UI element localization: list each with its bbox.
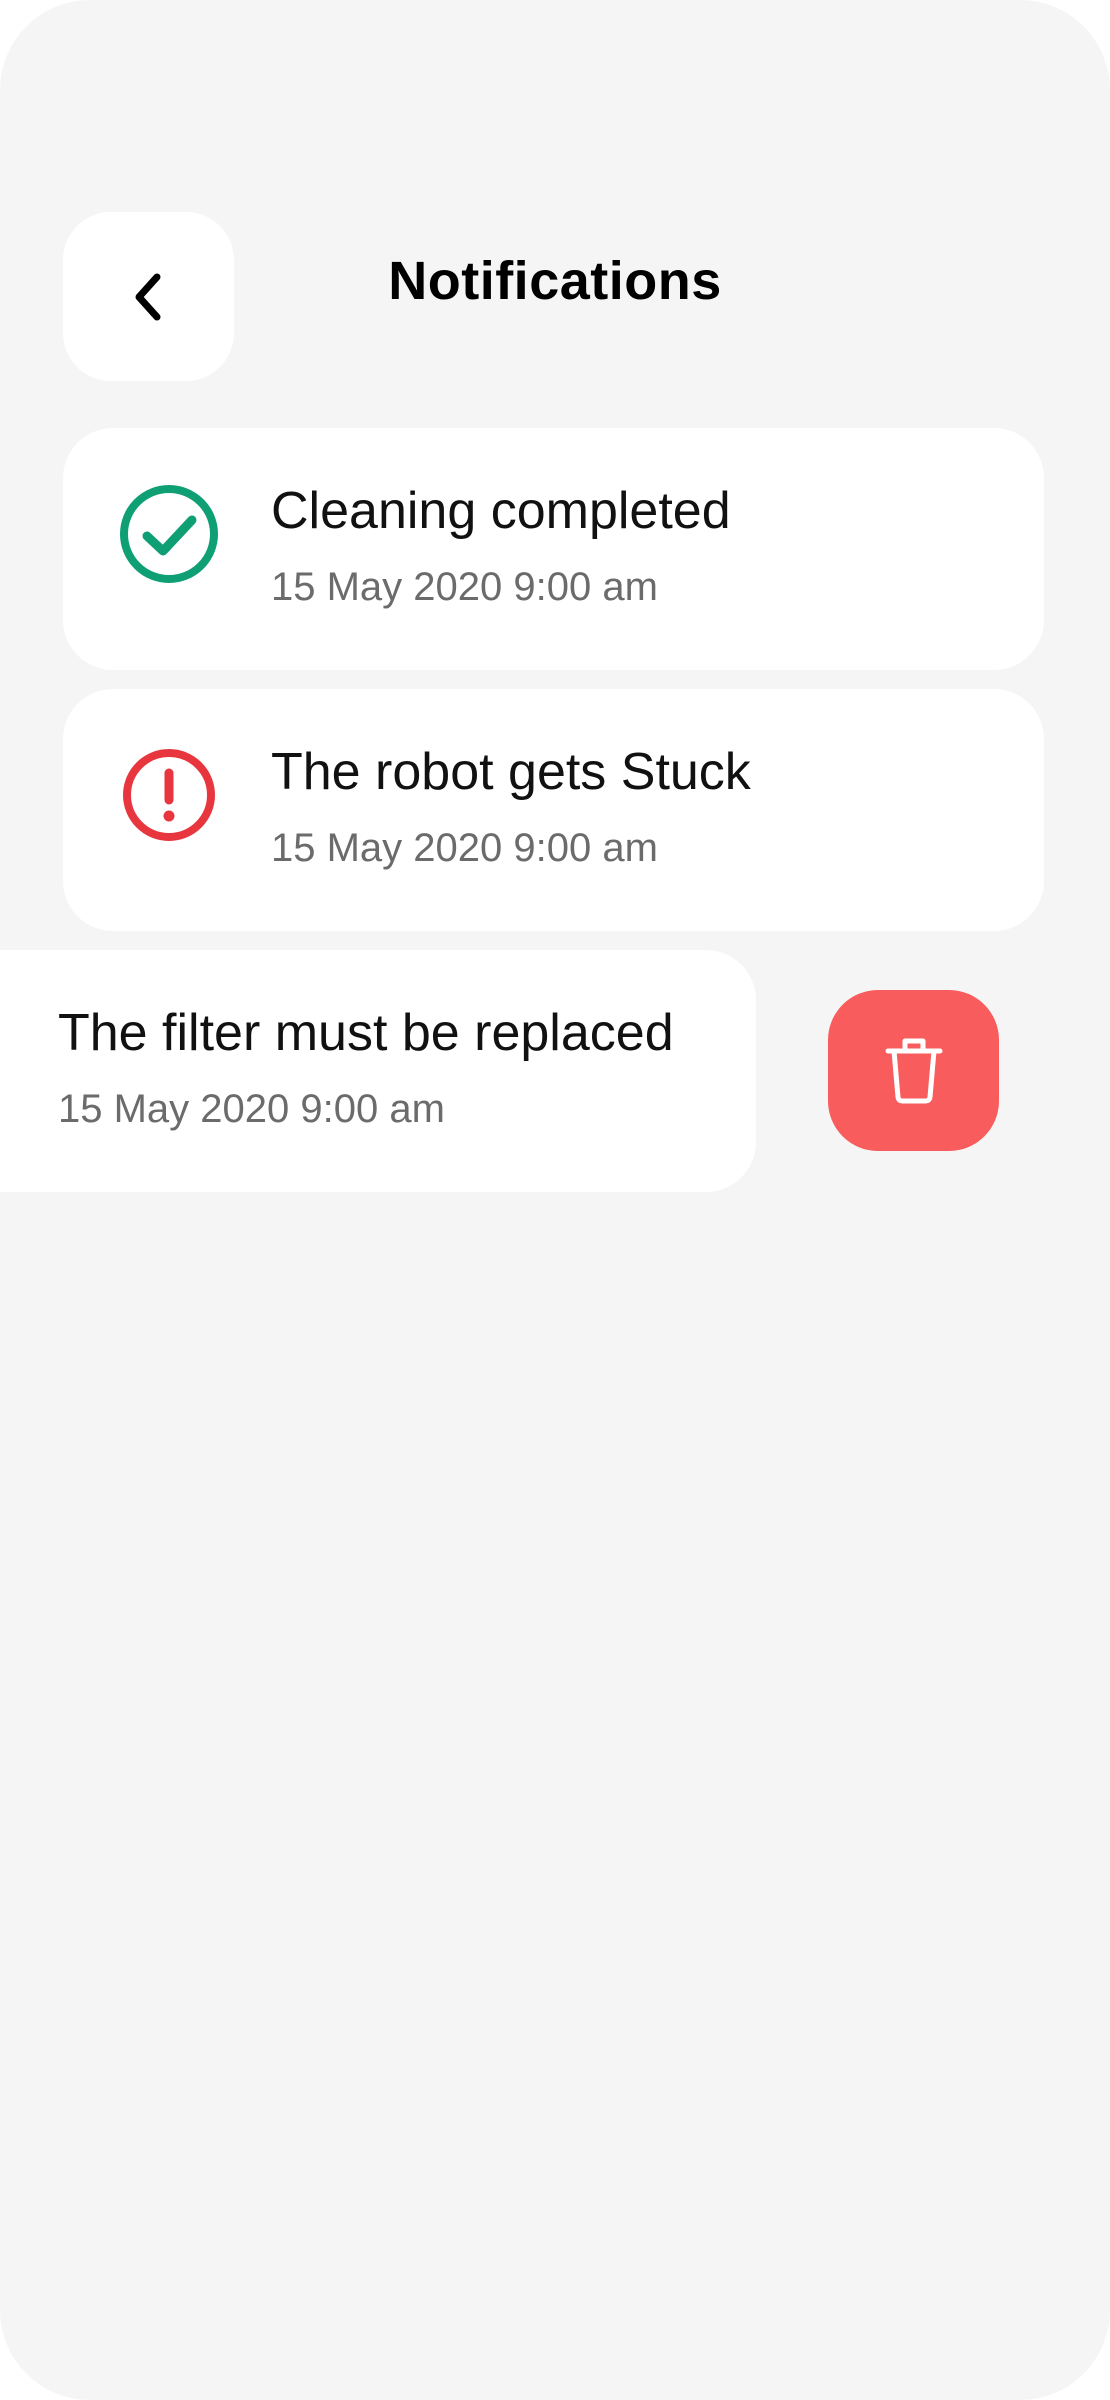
notification-card-swiped[interactable]: The filter must be replaced 15 May 2020 … (0, 950, 756, 1192)
notification-title: Cleaning completed (271, 482, 731, 540)
notification-time: 15 May 2020 9:00 am (271, 826, 658, 870)
notifications-screen: Notifications Cleaning completed 15 May … (0, 0, 1110, 2400)
check-circle-icon (120, 485, 218, 583)
delete-button[interactable] (828, 990, 999, 1151)
notification-time: 15 May 2020 9:00 am (58, 1087, 445, 1131)
notification-time: 15 May 2020 9:00 am (271, 565, 658, 609)
notification-card[interactable]: The robot gets Stuck 15 May 2020 9:00 am (63, 689, 1044, 931)
notification-card[interactable]: Cleaning completed 15 May 2020 9:00 am (63, 428, 1044, 670)
notification-title: The filter must be replaced (58, 1004, 674, 1062)
page-title: Notifications (388, 251, 722, 311)
notification-title: The robot gets Stuck (271, 743, 751, 801)
trash-icon (885, 1038, 942, 1103)
alert-circle-icon (123, 749, 215, 841)
